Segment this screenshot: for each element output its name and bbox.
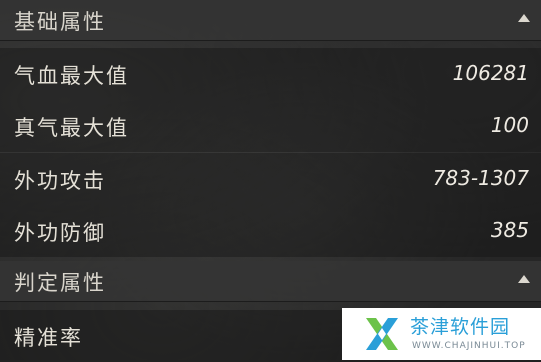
stat-value: 100 bbox=[490, 113, 529, 137]
stat-row-max-qi: 真气最大值 100 bbox=[0, 100, 541, 152]
watermark-title: 茶津软件园 bbox=[410, 316, 511, 338]
triangle-up-icon[interactable] bbox=[517, 274, 531, 284]
watermark: 茶津软件园 WWW.CHAJINHUI.TOP bbox=[342, 308, 541, 360]
stat-value: 106281 bbox=[452, 61, 529, 85]
triangle-up-icon[interactable] bbox=[517, 13, 531, 23]
stat-label: 外功攻击 bbox=[14, 169, 106, 193]
stat-row-external-defense: 外功防御 385 bbox=[0, 205, 541, 257]
watermark-url: WWW.CHAJINHUI.TOP bbox=[412, 341, 526, 351]
stat-label: 外功防御 bbox=[14, 221, 106, 245]
stat-row-max-hp: 气血最大值 106281 bbox=[0, 48, 541, 100]
stat-label: 精准率 bbox=[14, 326, 83, 350]
x-logo-icon bbox=[360, 312, 404, 356]
stat-label: 气血最大值 bbox=[14, 64, 129, 88]
stat-label: 真气最大值 bbox=[14, 116, 129, 140]
section-header-basic[interactable]: 基础属性 bbox=[0, 0, 541, 41]
section-title-judgement: 判定属性 bbox=[14, 271, 106, 295]
section-header-judgement[interactable]: 判定属性 bbox=[0, 261, 541, 302]
stat-value: 783-1307 bbox=[432, 166, 529, 190]
stat-value: 385 bbox=[490, 218, 529, 242]
section-title-basic: 基础属性 bbox=[14, 10, 106, 34]
stat-row-external-attack: 外功攻击 783-1307 bbox=[0, 153, 541, 205]
